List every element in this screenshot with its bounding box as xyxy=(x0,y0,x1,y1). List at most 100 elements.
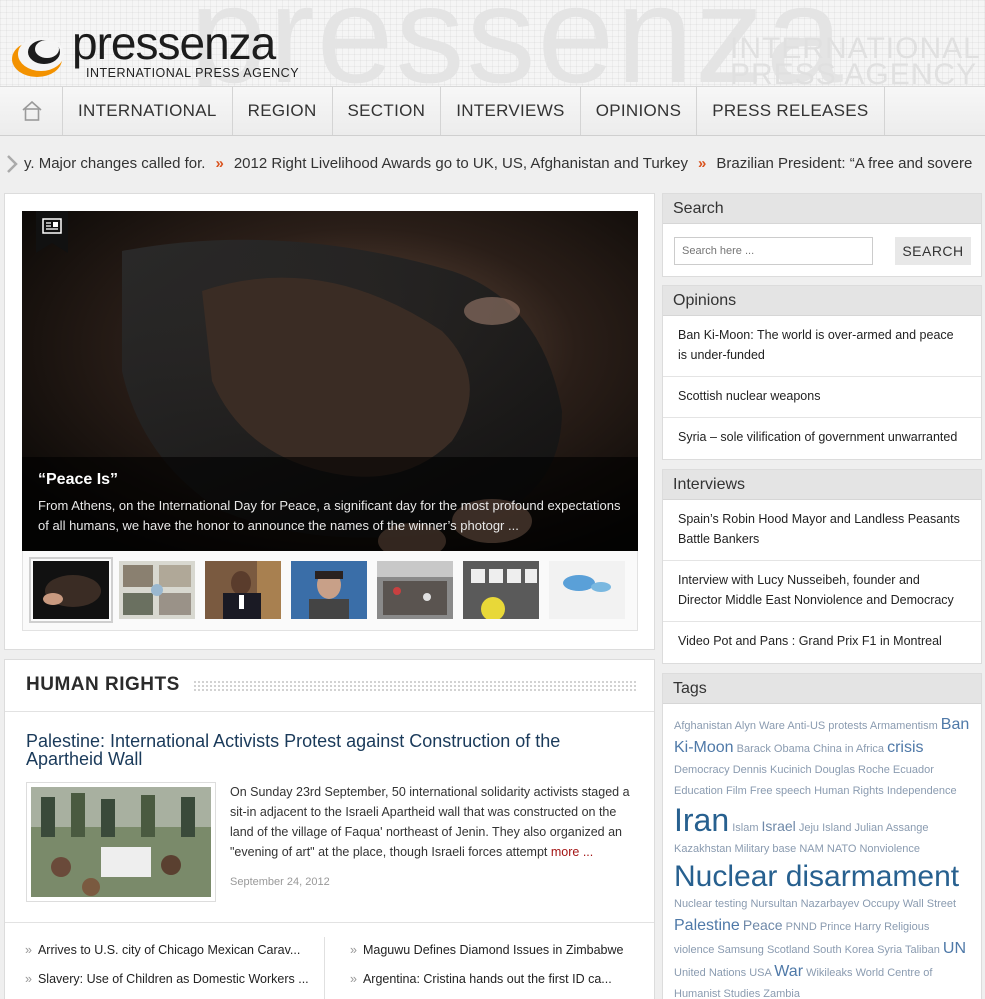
article-excerpt: On Sunday 23rd September, 50 internation… xyxy=(230,782,630,862)
tag-link[interactable]: Kazakhstan xyxy=(674,843,731,855)
tag-link[interactable]: Samsung xyxy=(717,944,763,956)
tag-link[interactable]: NATO xyxy=(827,843,857,855)
ticker-item[interactable]: 2012 Right Livelihood Awards go to UK, U… xyxy=(234,155,688,172)
opinion-link[interactable]: Syria – sole vilification of government … xyxy=(663,418,981,459)
tag-link[interactable]: Afghanistan xyxy=(674,720,732,732)
nav-item-international[interactable]: INTERNATIONAL xyxy=(63,87,233,135)
tag-link[interactable]: Prince Harry xyxy=(820,921,881,933)
interview-link[interactable]: Interview with Lucy Nusseibeh, founder a… xyxy=(663,561,981,622)
tag-link[interactable]: Education xyxy=(674,785,723,797)
tag-link[interactable]: Democracy xyxy=(674,764,730,776)
nav-item-region[interactable]: REGION xyxy=(233,87,333,135)
tag-link[interactable]: China xyxy=(813,743,842,755)
ticker-item[interactable]: y. Major changes called for. xyxy=(24,155,205,172)
nav-item-interviews[interactable]: INTERVIEWS xyxy=(441,87,581,135)
search-button[interactable]: SEARCH xyxy=(895,237,971,265)
opinion-link[interactable]: Ban Ki-Moon: The world is over-armed and… xyxy=(663,316,981,377)
bullet-icon: » xyxy=(350,943,357,957)
slide-thumb[interactable] xyxy=(291,561,367,619)
nav-item-opinions[interactable]: OPINIONS xyxy=(581,87,698,135)
tag-link[interactable]: War xyxy=(774,963,803,980)
related-column-left: » Arrives to U.S. city of Chicago Mexican… xyxy=(25,937,325,999)
tag-link[interactable]: Dennis Kucinich xyxy=(733,764,812,776)
news-ticker: y. Major changes called for. » 2012 Right … xyxy=(0,146,985,182)
tag-link[interactable]: Nursultan Nazarbayev xyxy=(750,898,859,910)
section-title[interactable]: HUMAN RIGHTS xyxy=(26,674,180,696)
related-link-text[interactable]: Slavery: Use of Children as Domestic Wor… xyxy=(38,972,309,986)
opinion-link[interactable]: Scottish nuclear weapons xyxy=(663,377,981,418)
ticker-track: y. Major changes called for. » 2012 Right … xyxy=(24,146,972,182)
search-input[interactable] xyxy=(674,237,873,265)
interview-link[interactable]: Spain’s Robin Hood Mayor and Landless Pe… xyxy=(663,500,981,561)
tag-link[interactable]: Free speech xyxy=(750,785,811,797)
related-link[interactable]: » Arrives to U.S. city of Chicago Mexican… xyxy=(25,937,324,966)
related-link-text[interactable]: Argentina: Cristina hands out the first … xyxy=(363,972,612,986)
widget-title: Interviews xyxy=(663,470,981,500)
tag-link[interactable]: Human Rights xyxy=(814,785,884,797)
article-thumbnail[interactable] xyxy=(26,782,216,902)
read-more-link[interactable]: more ... xyxy=(551,845,593,859)
tag-link[interactable]: Nuclear disarmament xyxy=(674,860,959,893)
tag-link[interactable]: South Korea xyxy=(813,944,874,956)
related-link-text[interactable]: Maguwu Defines Diamond Issues in Zimbabw… xyxy=(363,943,624,957)
tag-link[interactable]: Peace xyxy=(743,917,783,933)
tag-link[interactable]: Israel xyxy=(762,818,796,834)
article-title[interactable]: Palestine: International Activists Prote… xyxy=(26,732,626,768)
ticker-item[interactable]: Brazilian President: “A free and soverei… xyxy=(716,155,972,172)
nav-item-section[interactable]: SECTION xyxy=(333,87,442,135)
tag-link[interactable]: crisis xyxy=(887,739,923,756)
slide-thumb[interactable] xyxy=(377,561,453,619)
slide-caption: “Peace Is” From Athens, on the Internati… xyxy=(22,457,638,551)
tag-link[interactable]: Nuclear testing xyxy=(674,898,747,910)
tag-link[interactable]: in Africa xyxy=(845,743,884,755)
tag-link[interactable]: USA xyxy=(749,967,771,979)
site-logo[interactable]: pressenza INTERNATIONAL PRESS AGENCY xyxy=(10,20,310,82)
slide-thumb[interactable] xyxy=(205,561,281,619)
tag-link[interactable]: Taliban xyxy=(905,944,940,956)
tag-link[interactable]: Iran xyxy=(674,802,729,838)
interview-link[interactable]: Video Pot and Pans : Grand Prix F1 in Mo… xyxy=(663,622,981,663)
tag-link[interactable]: Alyn Ware xyxy=(735,720,785,732)
tag-link[interactable]: UN xyxy=(943,940,966,957)
related-link-text[interactable]: Arrives to U.S. city of Chicago Mexican … xyxy=(38,943,300,957)
site-header: pressenza INTERNATIONAL PRESS AGENCY pre… xyxy=(0,0,985,104)
tag-link[interactable]: Douglas Roche xyxy=(815,764,890,776)
nav-item-press-releases[interactable]: PRESS RELEASES xyxy=(697,87,885,135)
tag-link[interactable]: Independence xyxy=(887,785,957,797)
tag-link[interactable]: Armamentism xyxy=(870,720,938,732)
related-link[interactable]: » Slavery: Use of Children as Domestic Wo… xyxy=(25,966,324,995)
slide-thumbnails xyxy=(22,551,638,631)
slide-thumb[interactable] xyxy=(549,561,625,619)
tag-link[interactable]: Barack Obama xyxy=(737,743,810,755)
tag-link[interactable]: Scotland xyxy=(767,944,810,956)
tag-link[interactable]: Islam xyxy=(732,822,758,834)
article-date: September 24, 2012 xyxy=(230,876,330,888)
featured-slide[interactable]: “Peace Is” From Athens, on the Internati… xyxy=(22,211,638,551)
tag-link[interactable]: Julian Assange xyxy=(855,822,929,834)
slide-thumb[interactable] xyxy=(463,561,539,619)
tag-link[interactable]: Military base xyxy=(735,843,797,855)
tag-link[interactable]: Nonviolence xyxy=(859,843,920,855)
nav-home[interactable] xyxy=(0,87,63,135)
bullet-icon: » xyxy=(350,972,357,986)
tag-link[interactable]: Syria xyxy=(877,944,902,956)
related-link[interactable]: » Argentina: Cristina hands out the first… xyxy=(350,966,650,995)
header-watermark-tagline: INTERNATIONAL PRESS AGENCY xyxy=(730,34,981,90)
tag-link[interactable]: Wikileaks xyxy=(806,967,852,979)
slide-thumb[interactable] xyxy=(119,561,195,619)
tag-link[interactable]: Occupy Wall Street xyxy=(862,898,956,910)
tag-link[interactable]: Anti-US protests xyxy=(787,720,867,732)
tag-link[interactable]: Palestine xyxy=(674,917,740,934)
home-icon xyxy=(22,101,42,121)
tag-link[interactable]: Ecuador xyxy=(893,764,934,776)
tag-link[interactable]: Film xyxy=(726,785,747,797)
tag-link[interactable]: NAM xyxy=(799,843,823,855)
tag-link[interactable]: PNND xyxy=(786,921,817,933)
slide-thumb[interactable] xyxy=(29,557,113,623)
tag-link[interactable]: United Nations xyxy=(674,967,746,979)
slide-excerpt: From Athens, on the International Day fo… xyxy=(38,498,621,533)
slide-title[interactable]: “Peace Is” xyxy=(38,471,622,489)
tag-link[interactable]: Zambia xyxy=(763,988,800,999)
tag-link[interactable]: Jeju Island xyxy=(799,822,852,834)
related-link[interactable]: » Maguwu Defines Diamond Issues in Zimbab… xyxy=(350,937,650,966)
